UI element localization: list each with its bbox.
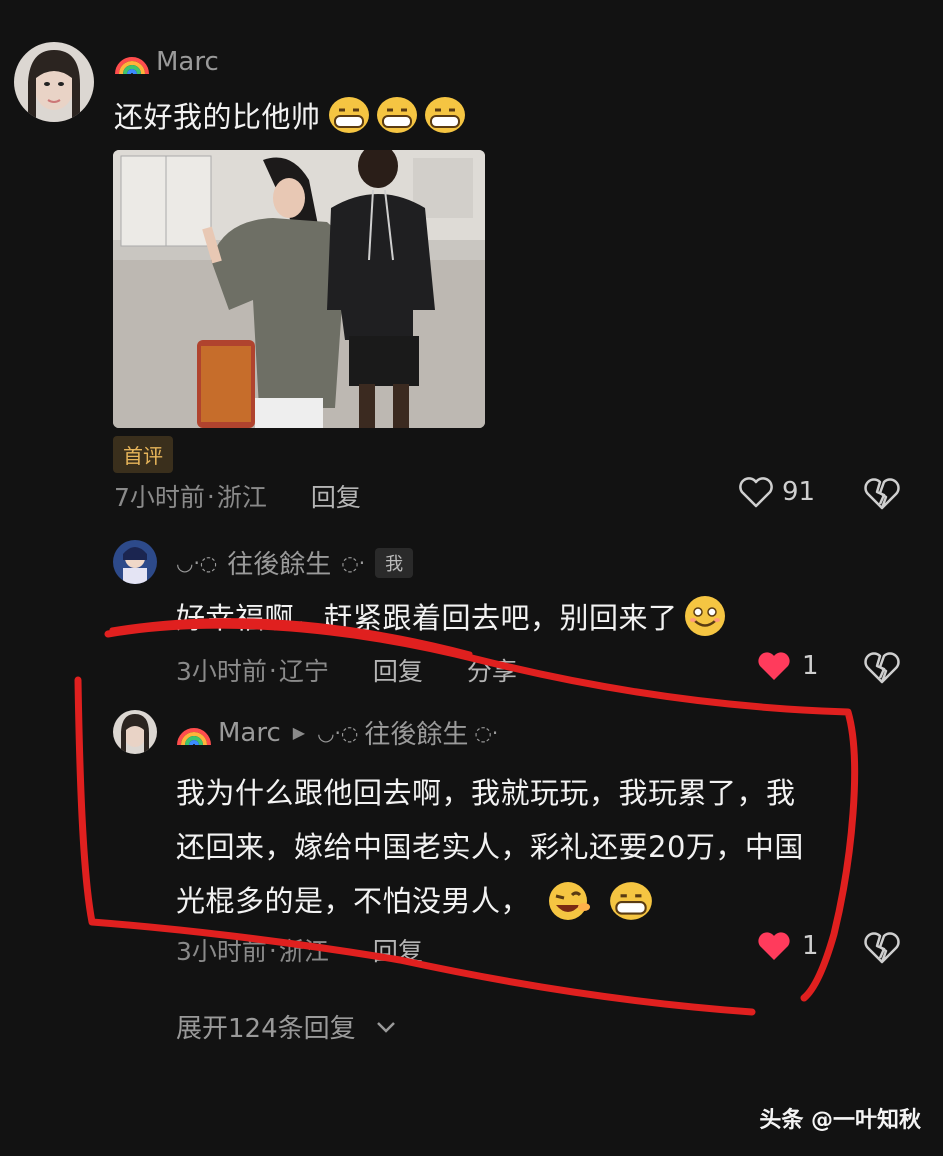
expand-replies-label: 展开124条回复	[176, 1014, 356, 1044]
comment-header: Marc	[114, 42, 219, 82]
reply2-time: 3小时前	[176, 937, 267, 966]
expand-replies-button[interactable]: 展开124条回复	[176, 1008, 398, 1045]
reply2-header: Marc ▶ ◡·◌ 往後餘生 ◌·	[176, 714, 498, 751]
smile-emoji	[684, 596, 725, 636]
reply2-like-button[interactable]: 1	[756, 930, 819, 962]
comment-image[interactable]	[113, 150, 485, 428]
reply2-like-count: 1	[802, 931, 819, 961]
comment-text: 还好我的比他帅	[114, 94, 467, 136]
heart-outline-icon	[739, 477, 773, 508]
rainbow-icon	[177, 727, 211, 745]
reply2-location: 浙江	[278, 937, 329, 966]
broken-heart-icon[interactable]	[864, 931, 900, 965]
comment-time: 7小时前	[114, 483, 205, 512]
reply1-deco-left: ◡·◌	[176, 550, 218, 575]
reply2-text-line-3: 光棍多的是，不怕没男人，	[176, 874, 896, 928]
me-badge: 我	[375, 547, 414, 578]
broken-heart-icon[interactable]	[864, 477, 900, 511]
meta-dot: ·	[206, 481, 215, 511]
reply1-reply-button[interactable]: 回复	[373, 652, 423, 688]
wink-emoji	[549, 882, 591, 920]
comment-like-count: 91	[782, 477, 816, 507]
comment-text-content: 还好我的比他帅	[114, 100, 321, 134]
reply1-location: 辽宁	[278, 657, 329, 686]
reply1-username[interactable]: 往後餘生	[227, 544, 331, 581]
grin-emoji	[610, 882, 652, 920]
comment-username[interactable]: Marc	[156, 47, 219, 77]
reply2-deco-left: ◡·◌	[317, 720, 359, 745]
comment-location: 浙江	[216, 483, 267, 512]
reply2-meta: 3小时前 · 浙江 回复	[176, 932, 437, 968]
reply1-header: ◡·◌ 往後餘生 ◌· 我	[176, 544, 414, 581]
reply2-text: 我为什么跟他回去啊，我就玩玩，我玩累了，我 还回来，嫁给中国老实人，彩礼还要20…	[176, 766, 896, 928]
reply2-text-line: 我为什么跟他回去啊，我就玩玩，我玩累了，我	[176, 776, 796, 810]
reply1-deco-right: ◌·	[341, 550, 366, 575]
grin-emoji	[424, 97, 465, 133]
broken-heart-icon[interactable]	[864, 651, 900, 685]
reply2-text-line: 光棍多的是，不怕没男人，	[176, 884, 531, 918]
reply1-text: 好幸福啊，赶紧跟着回去吧，别回来了	[176, 594, 728, 638]
meta-dot: ·	[268, 935, 277, 965]
reply1-like-button[interactable]: 1	[756, 650, 819, 682]
comment-reply-button[interactable]: 回复	[311, 478, 361, 514]
chevron-down-icon	[376, 1021, 395, 1033]
reply1-text-content: 好幸福啊，赶紧跟着回去吧，别回来了	[176, 601, 678, 635]
heart-filled-icon	[758, 652, 790, 680]
reply2-deco-right: ◌·	[474, 720, 499, 745]
heart-filled-icon	[758, 932, 790, 960]
rainbow-icon	[115, 57, 149, 75]
reply2-avatar[interactable]	[113, 710, 157, 754]
comment-like-button[interactable]: 91	[738, 476, 815, 508]
reply1-time: 3小时前	[176, 657, 267, 686]
reply2-username[interactable]: Marc	[218, 718, 281, 748]
reply2-reply-to[interactable]: 往後餘生	[364, 714, 468, 751]
watermark: 头条 @一叶知秋	[759, 1108, 921, 1133]
reply2-text-line: 还回来，嫁给中国老实人，彩礼还要20万，中国	[176, 830, 804, 864]
reply1-meta: 3小时前 · 辽宁 回复 分享	[176, 652, 531, 688]
meta-dot: ·	[268, 655, 277, 685]
first-comment-badge: 首评	[113, 436, 173, 473]
reply1-share-button[interactable]: 分享	[467, 652, 517, 688]
comment-meta: 7小时前 · 浙江 回复	[114, 478, 375, 514]
reply1-avatar[interactable]	[113, 540, 157, 584]
comment-avatar[interactable]	[14, 42, 94, 122]
grin-emoji	[376, 97, 417, 133]
grin-emoji	[328, 97, 369, 133]
reply1-like-count: 1	[802, 651, 819, 681]
reply-arrow-icon: ▶	[292, 723, 306, 742]
reply2-reply-button[interactable]: 回复	[373, 932, 423, 968]
